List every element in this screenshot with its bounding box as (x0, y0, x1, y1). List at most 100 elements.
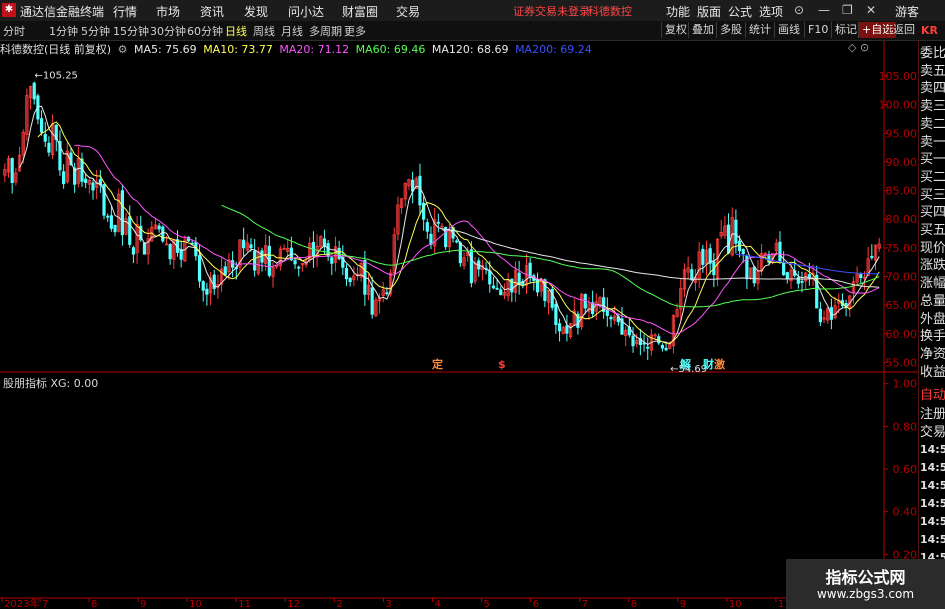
back-button[interactable]: 返回 (889, 22, 918, 38)
trade-link-1[interactable]: 注册 (920, 403, 945, 421)
adjust-button[interactable]: 复权 (661, 22, 690, 38)
candle-body (807, 274, 811, 279)
sidebar-corner: KR (921, 24, 938, 37)
candle-body (91, 182, 95, 191)
date-tick-label: 9 (680, 599, 686, 609)
candle-body (859, 274, 863, 279)
menu-formula[interactable]: 公式 (728, 3, 752, 20)
quote-field-0: 委比 (920, 46, 945, 60)
candle-body (737, 240, 742, 252)
candle-body (168, 244, 172, 260)
menu-wealth[interactable]: 财富圈 (342, 3, 378, 20)
candle-body (43, 134, 47, 142)
price-tick-label: 100.00 (879, 99, 918, 112)
trade-link-0[interactable]: 自动 (920, 384, 945, 402)
date-tick-label: 5 (484, 599, 490, 609)
close-icon[interactable]: ✕ (866, 3, 876, 17)
tab-15min[interactable]: 15分钟 (113, 23, 149, 39)
tick-time-0: 14:56 (920, 443, 945, 456)
candle-series (3, 81, 881, 361)
kline-chart[interactable]: 105.00100.0095.0090.0085.0080.0075.0070.… (0, 41, 918, 609)
restore-icon[interactable]: ❐ (842, 3, 853, 17)
candle-body (796, 277, 800, 284)
candle-body (469, 249, 473, 284)
candle-body (253, 250, 257, 271)
tab-more[interactable]: 更多 (344, 23, 366, 39)
quote-field-16: 换手 (920, 329, 945, 344)
overlay-button[interactable]: 叠加 (688, 22, 717, 38)
quote-field-1: 卖五 (920, 63, 945, 78)
menu-news[interactable]: 资讯 (200, 3, 224, 20)
candle-body (142, 242, 147, 255)
tab-30min[interactable]: 30分钟 (150, 23, 186, 39)
candle-body (62, 171, 66, 185)
date-tick-label: 3 (385, 599, 391, 609)
candle-body (664, 347, 668, 351)
price-tick-label: 85.00 (886, 185, 918, 198)
candle-body (418, 175, 422, 206)
stats-button[interactable]: 统计 (745, 22, 774, 38)
candle-body (800, 280, 804, 283)
candle-body (701, 248, 705, 265)
price-tick-label: 80.00 (886, 213, 918, 226)
app-logo-icon: ✱ (2, 3, 16, 17)
quote-field-15: 外盘 (920, 311, 945, 326)
trade-link-2[interactable]: 交易 (920, 421, 945, 439)
watermark-title: 指标公式网 (825, 568, 906, 587)
indicator-title[interactable]: 股朋指标 XG: 0.00 (3, 375, 98, 391)
ma20-line (74, 144, 880, 335)
period-toolbar: 分时 1分钟 5分钟 15分钟 30分钟 60分钟 日线 周线 月线 多周期 更… (0, 21, 945, 41)
quote-field-18: 收益 (920, 364, 945, 379)
indicator-tick-label: 0.60 (893, 463, 918, 476)
tab-daily[interactable]: 日线 (225, 23, 247, 39)
quote-field-4: 卖二 (920, 116, 945, 131)
tab-monthly[interactable]: 月线 (281, 23, 303, 39)
menu-market[interactable]: 市场 (156, 3, 180, 20)
quote-field-13: 涨幅 (920, 276, 945, 291)
date-tick-label: 8 (91, 599, 97, 609)
price-tick-label: 75.00 (886, 242, 918, 255)
date-tick-label: 4 (434, 599, 440, 609)
quote-field-5: 卖一 (920, 134, 945, 149)
login-warning[interactable]: 证券交易未登录 (513, 3, 590, 19)
watermark-url: www.zbgs3.com (816, 587, 915, 601)
candle-body (231, 260, 235, 268)
tab-5min[interactable]: 5分钟 (81, 23, 110, 39)
date-tick-label: 2023年 (4, 597, 39, 609)
quote-field-11: 现价 (920, 240, 945, 255)
candle-body (491, 285, 496, 289)
candle-body (84, 178, 88, 183)
help-icon[interactable]: ⊙ (794, 3, 804, 17)
stock-name-link[interactable]: 科德数控 (588, 3, 632, 19)
f10-button[interactable]: F10 (804, 22, 831, 38)
menu-options[interactable]: 选项 (759, 3, 783, 20)
quote-sidebar: KR 委比 卖五 卖四 卖三 卖二 卖一 买一 买二 买三 买四 买五 现价 涨跌 涨幅 总量 外盘 换手 净资收… (918, 24, 945, 609)
candle-body (785, 272, 789, 279)
mark-button[interactable]: 标记 (831, 22, 860, 38)
menu-layout[interactable]: 版面 (697, 3, 721, 20)
guest-label[interactable]: 游客 (895, 3, 919, 20)
candle-body (557, 323, 562, 332)
candle-body (436, 221, 440, 224)
multi-stock-button[interactable]: 多股 (716, 22, 745, 38)
tab-60min[interactable]: 60分钟 (187, 23, 223, 39)
quote-field-17: 净资 (920, 346, 945, 361)
menu-function[interactable]: 功能 (666, 3, 690, 20)
draw-button[interactable]: 画线 (774, 22, 803, 38)
tab-1min[interactable]: 1分钟 (49, 23, 78, 39)
menu-quotes[interactable]: 行情 (113, 3, 137, 20)
date-tick-label: 8 (631, 599, 637, 609)
price-tick-label: 55.00 (886, 356, 918, 369)
tab-multi-period[interactable]: 多周期 (309, 23, 342, 39)
candle-body (223, 266, 227, 276)
candle-body (385, 292, 389, 295)
minimize-icon[interactable]: — (818, 3, 830, 17)
tab-weekly[interactable]: 周线 (253, 23, 275, 39)
menu-trade[interactable]: 交易 (396, 3, 420, 20)
marker-ji: 激 (714, 357, 725, 371)
candle-body (201, 281, 205, 291)
menu-discover[interactable]: 发现 (244, 3, 268, 20)
menu-ask[interactable]: 问小达 (288, 3, 324, 20)
quote-field-10: 买五 (920, 223, 945, 237)
tab-intraday[interactable]: 分时 (3, 23, 25, 39)
